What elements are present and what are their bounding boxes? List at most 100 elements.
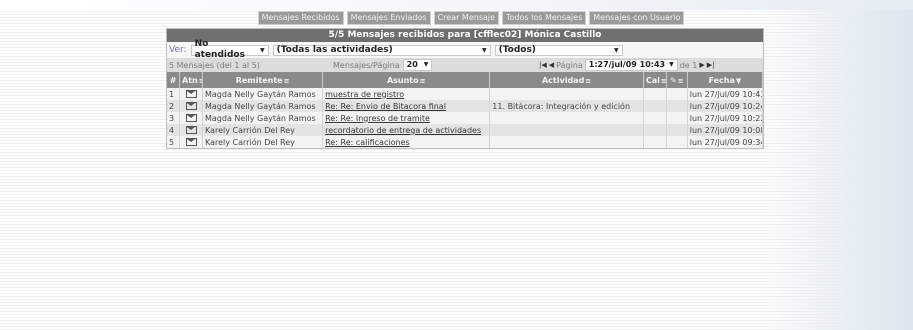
page-select-value: 1:27/jul/09 10:43	[588, 60, 666, 69]
col-attention-header[interactable]: Atn≡	[179, 72, 203, 88]
nav-received-button[interactable]: Mensajes Recibidos	[257, 11, 344, 25]
row-date: lun 27/jul/09 10:43	[687, 88, 764, 100]
messages-module: Mensajes Recibidos Mensajes Enviados Cre…	[166, 11, 764, 149]
col-grade-header[interactable]: Cal≡	[643, 72, 667, 88]
last-page-icon[interactable]: ▶|	[707, 61, 715, 69]
row-subject-link[interactable]: Re: Re: Ingreso de tramite	[325, 114, 430, 123]
envelope-cell	[179, 88, 203, 100]
row-subject-cell: Re: Re: Ingreso de tramite	[322, 112, 491, 124]
row-number: 3	[167, 112, 181, 124]
row-subject-link[interactable]: recordatorio de entrega de actividades	[325, 126, 481, 135]
row-subject-cell: muestra de registro	[322, 88, 491, 100]
row-attachment	[666, 100, 688, 112]
nav-user-messages-button[interactable]: Mensajes con Usuario	[589, 11, 685, 25]
row-subject-cell: recordatorio de entrega de actividades	[322, 124, 491, 136]
row-sender: Magda Nelly Gaytán Ramos	[202, 112, 324, 124]
first-page-icon[interactable]: |◀	[539, 61, 547, 69]
envelope-icon[interactable]	[185, 102, 197, 110]
col-attachment-header[interactable]: ✎≡	[666, 72, 688, 88]
envelope-icon[interactable]	[185, 138, 197, 146]
envelope-icon[interactable]	[185, 90, 197, 98]
messages-table: # Atn≡ Remitente≡ Asunto≡ Actividad≡ Cal…	[167, 72, 764, 148]
row-grade	[643, 88, 667, 100]
table-row[interactable]: 3 Magda Nelly Gaytán Ramos Re: Re: Ingre…	[167, 112, 764, 124]
prev-page-icon[interactable]: ◀	[549, 61, 554, 69]
nav-sent-button[interactable]: Mensajes Enviados	[346, 11, 431, 25]
envelope-icon[interactable]	[185, 126, 197, 134]
row-grade	[643, 100, 667, 112]
row-grade	[643, 124, 667, 136]
message-count: 5 Mensajes (del 1 al 5)	[169, 60, 260, 70]
row-sender: Karely Carrión Del Rey	[202, 136, 324, 148]
nav-all-button[interactable]: Todos los Mensajes	[502, 11, 587, 25]
chevron-down-icon: ▼	[613, 46, 619, 54]
chevron-down-icon: ▼	[259, 46, 265, 54]
col-activity-header[interactable]: Actividad≡	[489, 72, 644, 88]
status-select[interactable]: (Todos) ▼	[494, 44, 623, 56]
table-row[interactable]: 5 Karely Carrión Del Rey Re: Re: calific…	[167, 136, 764, 148]
envelope-cell	[179, 112, 203, 124]
col-attention-label: Atn	[182, 75, 198, 85]
table-row[interactable]: 1 Magda Nelly Gaytán Ramos muestra de re…	[167, 88, 764, 100]
view-label: Ver:	[169, 45, 187, 55]
table-header-row: # Atn≡ Remitente≡ Asunto≡ Actividad≡ Cal…	[167, 72, 764, 88]
page-label: Página	[556, 60, 583, 70]
pager-bar: 5 Mensajes (del 1 al 5) Mensajes/Página …	[167, 58, 763, 72]
col-date-label: Fecha	[708, 75, 735, 85]
row-activity	[489, 88, 644, 100]
row-grade	[643, 112, 667, 124]
attended-select[interactable]: No atendidos ▼	[190, 39, 269, 60]
chevron-down-icon: ▼	[423, 61, 429, 68]
col-date-header[interactable]: Fecha▼	[687, 72, 764, 88]
col-number-header[interactable]: #	[167, 72, 181, 88]
next-page-icon[interactable]: ▶	[699, 61, 704, 69]
activity-select[interactable]: (Todas las actividades) ▼	[272, 44, 491, 56]
page-nav: |◀ ◀ Página 1:27/jul/09 10:43 ▼ de 1 ▶ ▶|	[539, 59, 715, 71]
per-page-select[interactable]: 20 ▼	[402, 59, 433, 71]
paperclip-icon: ✎	[669, 75, 677, 85]
row-number: 1	[167, 88, 181, 100]
row-date: lun 27/jul/09 10:22	[687, 112, 764, 124]
col-sender-header[interactable]: Remitente≡	[202, 72, 324, 88]
row-subject-cell: Re: Re: Envio de Bitacora final	[322, 100, 491, 112]
panel-title: 5/5 Mensajes recibidos para [cfflec02] M…	[167, 29, 763, 42]
col-subject-label: Asunto	[386, 75, 419, 85]
nav-compose-button[interactable]: Crear Mensaje	[433, 11, 500, 25]
row-grade	[643, 136, 667, 148]
page-select[interactable]: 1:27/jul/09 10:43 ▼	[584, 59, 678, 71]
row-number: 4	[167, 124, 181, 136]
sort-icon: ≡	[660, 76, 667, 85]
col-sender-label: Remitente	[235, 75, 283, 85]
row-attachment	[666, 124, 688, 136]
col-subject-header[interactable]: Asunto≡	[322, 72, 491, 88]
background-band	[0, 0, 913, 10]
row-date: lun 27/jul/09 10:08	[687, 124, 764, 136]
table-row[interactable]: 4 Karely Carrión Del Rey recordatorio de…	[167, 124, 764, 136]
inbox-panel: 5/5 Mensajes recibidos para [cfflec02] M…	[166, 28, 764, 149]
envelope-cell	[179, 136, 203, 148]
table-row[interactable]: 2 Magda Nelly Gaytán Ramos Re: Re: Envio…	[167, 100, 764, 112]
row-activity	[489, 124, 644, 136]
sort-icon: ≡	[585, 76, 592, 85]
row-date: lun 27/jul/09 09:34	[687, 136, 764, 148]
col-activity-label: Actividad	[541, 75, 585, 85]
row-subject-cell: Re: Re: calificaciones	[322, 136, 491, 148]
sort-icon: ≡	[283, 76, 290, 85]
row-attachment	[666, 88, 688, 100]
row-subject-link[interactable]: Re: Re: calificaciones	[325, 138, 409, 147]
row-number: 5	[167, 136, 181, 148]
sort-desc-icon: ▼	[735, 76, 742, 85]
page-of-label: de 1	[679, 60, 698, 70]
row-subject-link[interactable]: Re: Re: Envio de Bitacora final	[325, 102, 446, 111]
sort-icon: ≡	[419, 76, 426, 85]
top-nav: Mensajes Recibidos Mensajes Enviados Cre…	[256, 11, 686, 25]
envelope-icon[interactable]	[185, 114, 197, 122]
row-subject-link[interactable]: muestra de registro	[325, 90, 404, 99]
envelope-cell	[179, 100, 203, 112]
envelope-cell	[179, 124, 203, 136]
col-grade-label: Cal	[645, 75, 660, 85]
row-attachment	[666, 136, 688, 148]
sort-icon: ≡	[677, 76, 684, 85]
per-page-group: Mensajes/Página 20 ▼	[333, 59, 433, 71]
chevron-down-icon: ▼	[669, 61, 674, 68]
